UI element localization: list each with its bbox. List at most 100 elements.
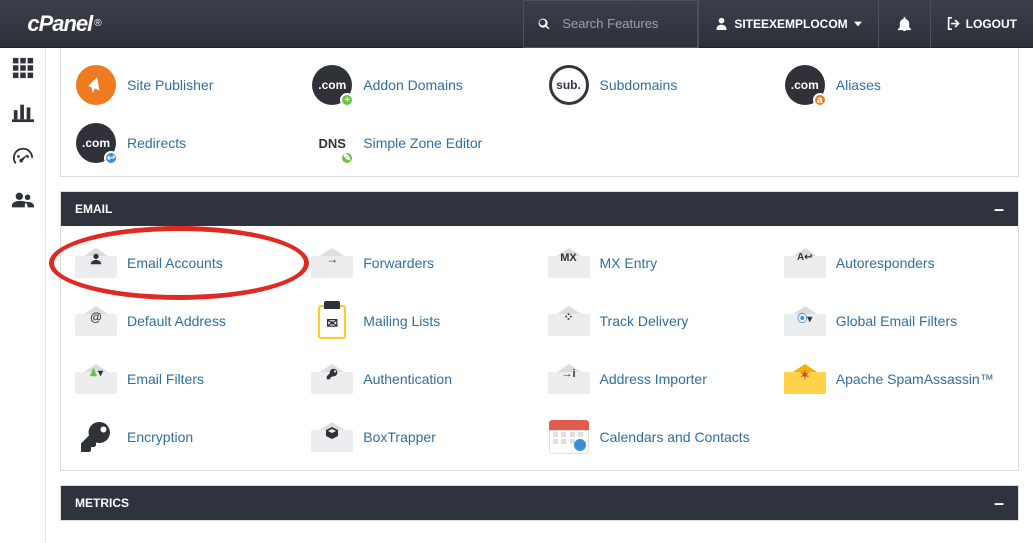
feature-label: Calendars and Contacts [600,429,750,445]
address-importer-icon: →i [548,358,590,400]
forwarders-icon: → [311,242,353,284]
default-address-icon: @ [75,300,117,342]
spamassassin-icon: ✶ [784,358,826,400]
feature-label: BoxTrapper [363,429,436,445]
site-publisher-icon [75,64,117,106]
feature-boxtrapper[interactable]: BoxTrapper [303,410,539,464]
addon-domains-icon: .com+ [311,64,353,106]
mx-entry-icon: MX [548,242,590,284]
panel-email-body: Email Accounts → Forwarders MX MX Entry [61,226,1018,470]
feature-redirects[interactable]: .com↩ Redirects [67,116,303,170]
feature-label: Global Email Filters [836,313,957,329]
feature-spamassassin[interactable]: ✶ Apache SpamAssassin™ [776,352,1012,406]
feature-label: Email Accounts [127,255,223,271]
feature-autoresponders[interactable]: A↩ Autoresponders [776,236,1012,290]
feature-label: Simple Zone Editor [363,135,482,151]
track-delivery-icon: ⁘ [548,300,590,342]
mailing-lists-icon: ✉ [311,300,353,342]
panel-metrics-header[interactable]: METRICS – [61,486,1018,520]
panel-domains-body: Site Publisher .com+ Addon Domains sub. … [61,48,1018,176]
logo-text: cPanel [27,11,92,37]
email-accounts-icon [75,242,117,284]
grid-icon [11,57,35,79]
bell-icon [897,16,912,31]
feature-label: Default Address [127,313,226,329]
feature-aliases[interactable]: .coma Aliases [776,58,1012,112]
feature-label: Aliases [836,77,881,93]
search-box[interactable] [523,0,698,48]
bar-chart-icon [11,101,35,123]
sidebar-stats[interactable] [11,100,35,124]
key-icon [78,419,114,455]
zone-editor-icon: DNS✎ [311,122,353,164]
feature-email-accounts[interactable]: Email Accounts [67,236,303,290]
logout-button[interactable]: LOGOUT [930,0,1033,48]
logo: cPanel® [0,11,128,37]
feature-label: Mailing Lists [363,313,440,329]
feature-label: Redirects [127,135,186,151]
feature-encryption[interactable]: Encryption [67,410,303,464]
panel-metrics-title: METRICS [75,496,129,510]
feature-site-publisher[interactable]: Site Publisher [67,58,303,112]
feature-label: Addon Domains [363,77,463,93]
search-input[interactable] [562,16,672,31]
top-nav: cPanel® SITEEXEMPLOCOM LOGOUT [0,0,1033,48]
feature-mx-entry[interactable]: MX MX Entry [540,236,776,290]
feature-subdomains[interactable]: sub. Subdomains [540,58,776,112]
feature-forwarders[interactable]: → Forwarders [303,236,539,290]
feature-default-address[interactable]: @ Default Address [67,294,303,348]
feature-label: Subdomains [600,77,678,93]
feature-mailing-lists[interactable]: ✉ Mailing Lists [303,294,539,348]
collapse-icon[interactable]: – [994,498,1004,508]
logo-reg: ® [94,18,100,29]
panel-email: EMAIL – Email Accounts → [60,191,1019,471]
main-content: Site Publisher .com+ Addon Domains sub. … [46,48,1033,543]
panel-metrics: METRICS – [60,485,1019,521]
feature-track-delivery[interactable]: ⁘ Track Delivery [540,294,776,348]
subdomains-icon: sub. [548,64,590,106]
sidebar-users[interactable] [11,188,35,212]
account-menu[interactable]: SITEEXEMPLOCOM [698,0,877,48]
user-icon [715,17,728,30]
feature-calendars-contacts[interactable]: Calendars and Contacts [540,410,776,464]
authentication-icon [311,358,353,400]
feature-label: Autoresponders [836,255,935,271]
caret-down-icon [854,21,862,27]
feature-label: Encryption [127,429,193,445]
autoresponders-icon: A↩ [784,242,826,284]
feature-label: Track Delivery [600,313,689,329]
notifications-button[interactable] [878,0,930,48]
feature-label: Address Importer [600,371,707,387]
feature-label: Forwarders [363,255,434,271]
feature-authentication[interactable]: Authentication [303,352,539,406]
redirects-icon: .com↩ [75,122,117,164]
sidebar [0,48,46,543]
panel-email-header[interactable]: EMAIL – [61,192,1018,226]
users-icon [11,189,35,211]
logout-label: LOGOUT [966,17,1017,31]
sidebar-home[interactable] [11,56,35,80]
feature-addon-domains[interactable]: .com+ Addon Domains [303,58,539,112]
feature-simple-zone-editor[interactable]: DNS✎ Simple Zone Editor [303,116,539,170]
aliases-icon: .coma [784,64,826,106]
calendars-icon [548,416,590,458]
feature-global-email-filters[interactable]: ⦿▾ Global Email Filters [776,294,1012,348]
feature-email-filters[interactable]: ♟▾ Email Filters [67,352,303,406]
feature-label: Email Filters [127,371,204,387]
account-label: SITEEXEMPLOCOM [734,17,847,31]
panel-email-title: EMAIL [75,202,112,216]
feature-label: Site Publisher [127,77,213,93]
feature-label: Apache SpamAssassin™ [836,371,994,387]
feature-address-importer[interactable]: →i Address Importer [540,352,776,406]
email-filters-icon: ♟▾ [75,358,117,400]
panel-domains: Site Publisher .com+ Addon Domains sub. … [60,48,1019,177]
boxtrapper-icon [311,416,353,458]
search-icon [538,18,550,30]
global-filters-icon: ⦿▾ [784,300,826,342]
feature-label: MX Entry [600,255,658,271]
gauge-icon [11,145,35,167]
collapse-icon[interactable]: – [994,204,1004,214]
feature-label: Authentication [363,371,452,387]
sidebar-dashboard[interactable] [11,144,35,168]
logout-icon [947,17,960,30]
